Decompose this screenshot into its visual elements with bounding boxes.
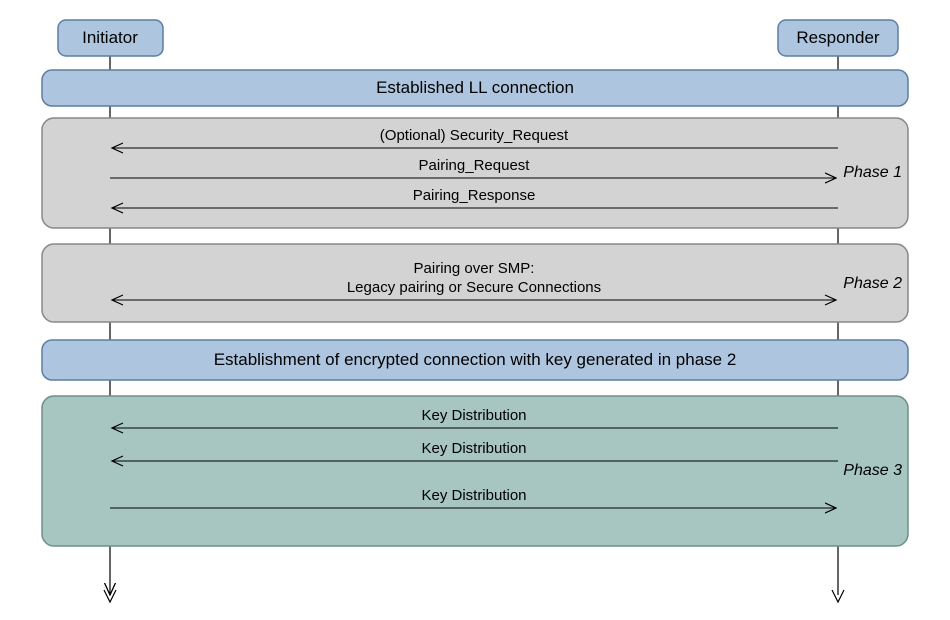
phase3-msg3-label: Key Distribution — [421, 487, 526, 504]
phase2-line1: Pairing over SMP: — [414, 260, 535, 277]
phase1-msg2-label: Pairing_Request — [419, 157, 531, 174]
banner-encrypted-label: Establishment of encrypted connection wi… — [214, 350, 737, 369]
phase1-msg1-label: (Optional) Security_Request — [380, 127, 569, 144]
phase3-box: Phase 3 Key Distribution Key Distributio… — [42, 396, 908, 546]
banner-encrypted-connection: Establishment of encrypted connection wi… — [42, 340, 908, 380]
phase3-msg2-label: Key Distribution — [421, 440, 526, 457]
phase3-label: Phase 3 — [843, 462, 902, 479]
phase1-label: Phase 1 — [843, 164, 902, 181]
phase2-line2: Legacy pairing or Secure Connections — [347, 279, 601, 296]
actor-initiator: Initiator — [58, 20, 163, 56]
actor-responder: Responder — [778, 20, 898, 56]
actor-responder-label: Responder — [796, 28, 880, 47]
phase2-box: Phase 2 Pairing over SMP: Legacy pairing… — [42, 244, 908, 322]
banner-ll-connection: Established LL connection — [42, 70, 908, 106]
phase1-box: Phase 1 (Optional) Security_Request Pair… — [42, 118, 908, 228]
actor-initiator-label: Initiator — [82, 28, 138, 47]
phase3-msg1-label: Key Distribution — [421, 407, 526, 424]
phase1-msg3-label: Pairing_Response — [413, 187, 536, 204]
sequence-diagram: Initiator Responder Established LL conne… — [0, 0, 950, 620]
banner-ll-connection-label: Established LL connection — [376, 78, 574, 97]
phase2-label: Phase 2 — [843, 275, 902, 292]
